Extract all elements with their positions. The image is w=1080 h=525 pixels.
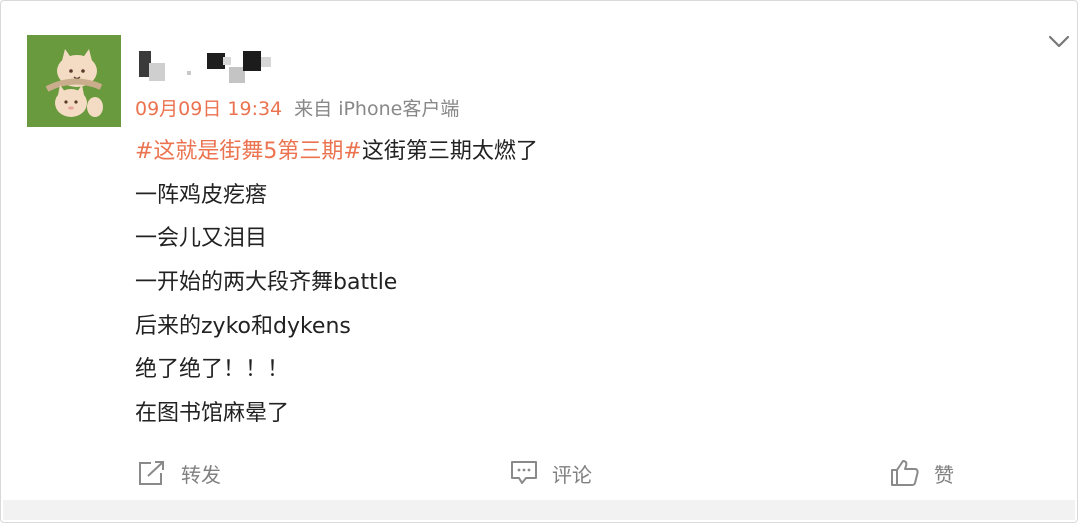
topic-link[interactable]: #这就是街舞5第三期# [135,139,362,164]
username-redacted[interactable] [137,49,297,85]
content-line: 一会儿又泪目 [135,226,268,252]
weibo-post-card: 09月09日 19:34 来自 iPhone客户端 #这就是街舞5第三期#这街第三… [0,0,1078,523]
repost-button[interactable]: 转发 [137,449,221,497]
content-line: 一阵鸡皮疙瘩 [135,182,268,208]
content-text: 这街第三期太燃了 [361,139,538,164]
post-content: #这就是街舞5第三期#这街第三期太燃了 一阵鸡皮疙瘩 一会儿又泪目 一开始的两大… [135,130,538,436]
post-meta: 09月09日 19:34 来自 iPhone客户端 [135,94,459,121]
comment-icon [510,460,538,486]
avatar[interactable] [27,35,121,127]
like-icon [890,459,920,487]
post-source: 来自 iPhone客户端 [294,98,460,120]
content-line: #这就是街舞5第三期#这街第三期太燃了 [135,130,538,174]
content-line: 后来的zyko和dykens [135,313,351,339]
like-label: 赞 [934,462,954,487]
content-line: 一开始的两大段齐舞battle [135,270,398,296]
content-line: 在图书馆麻晕了 [135,401,290,427]
like-button[interactable]: 赞 [890,449,954,497]
bottom-bar [3,500,1075,520]
comment-button[interactable]: 评论 [510,449,592,497]
chevron-down-icon[interactable] [1047,33,1071,49]
comment-label: 评论 [552,462,592,487]
action-bar: 转发 评论 赞 [1,449,1077,497]
repost-icon [137,459,167,487]
repost-label: 转发 [181,462,221,487]
content-line: 绝了绝了！！！ [135,357,290,383]
post-time[interactable]: 09月09日 19:34 [135,98,282,120]
